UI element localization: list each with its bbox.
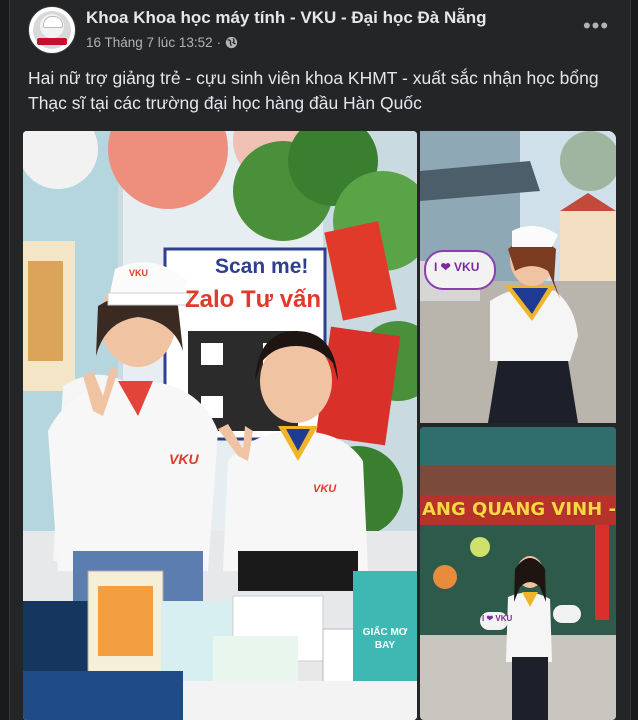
photo-grid: Scan me! Zalo Tư vấn VKU VKU VKU GIẤC MƠ… xyxy=(23,131,616,720)
cap-logo-left: VKU xyxy=(129,268,149,278)
post-timestamp[interactable]: 16 Tháng 7 lúc 13:52 xyxy=(86,35,213,50)
more-options-button[interactable]: ••• xyxy=(578,12,614,40)
post-text: Hai nữ trợ giảng trẻ - cựu sinh viên kho… xyxy=(28,68,599,113)
post-card: Khoa Khoa học máy tính - VKU - Đại học Đ… xyxy=(9,0,631,720)
post-meta: 16 Tháng 7 lúc 13:52 · xyxy=(86,35,238,50)
shirt-logo-right: VKU xyxy=(313,483,337,495)
heart-sign-top: I ❤ VKU xyxy=(434,260,480,274)
banner-text: ANG QUANG VINH - M xyxy=(422,499,616,520)
photo-top-right[interactable]: I ❤ VKU xyxy=(420,131,616,423)
page-name-link[interactable]: Khoa Khoa học máy tính - VKU - Đại học Đ… xyxy=(86,8,486,28)
meta-separator: · xyxy=(216,35,222,50)
product-label: GIẤC MƠ BAY xyxy=(362,627,408,651)
shirt-logo-left: VKU xyxy=(169,451,199,467)
page-avatar[interactable] xyxy=(28,6,76,54)
photo-main[interactable]: Scan me! Zalo Tư vấn VKU VKU VKU GIẤC MƠ… xyxy=(23,131,417,720)
sign-zalo: Zalo Tư vấn xyxy=(185,286,322,313)
globe-icon xyxy=(225,36,238,49)
heart-sign-bottom: I ❤ VKU xyxy=(482,614,513,623)
post-header: Khoa Khoa học máy tính - VKU - Đại học Đ… xyxy=(28,6,618,56)
more-horizontal-icon: ••• xyxy=(582,13,610,38)
sign-scan-me: Scan me! xyxy=(215,255,309,278)
photo-bottom-right[interactable]: ANG QUANG VINH - M I ❤ VKU xyxy=(420,427,616,720)
